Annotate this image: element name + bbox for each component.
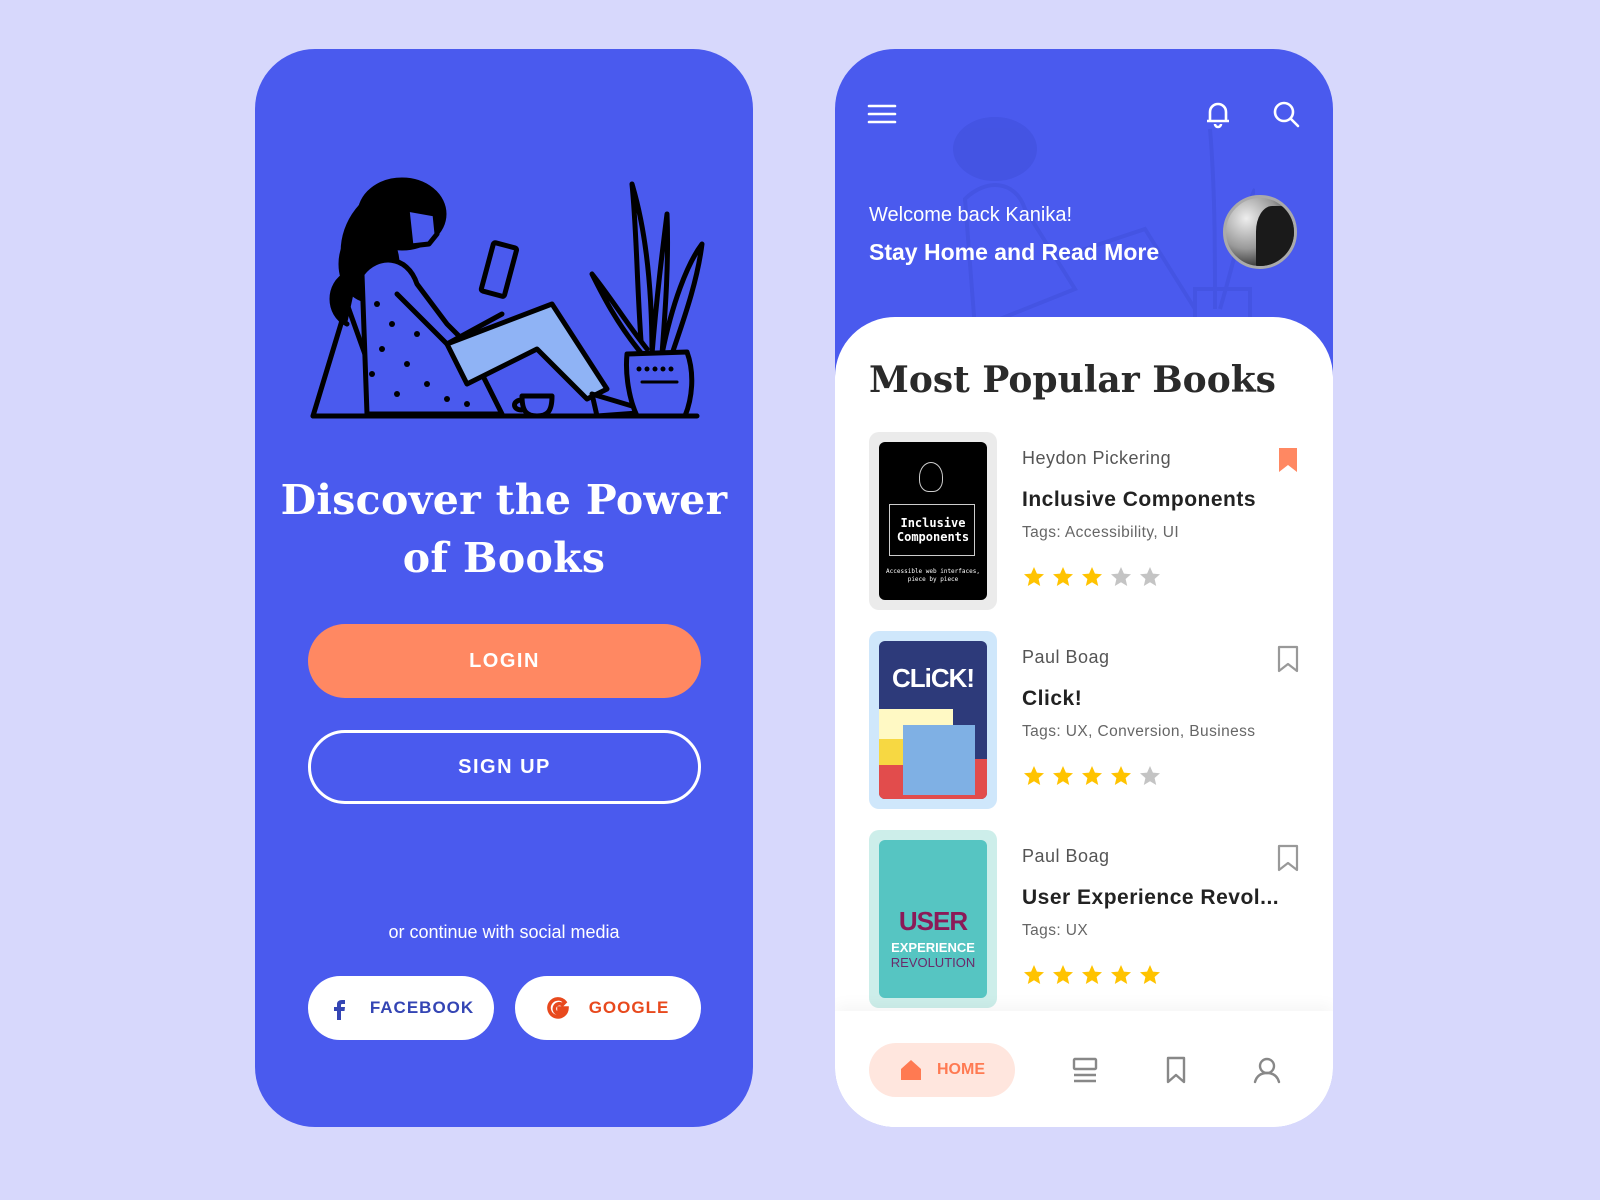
star-filled-icon: [1053, 567, 1073, 586]
bookmarks-icon[interactable]: [1161, 1055, 1191, 1085]
book-cover-frame: USER EXPERIENCE REVOLUTION: [869, 830, 997, 1008]
home-screen: Welcome back Kanika! Stay Home and Read …: [835, 49, 1333, 1127]
welcome-message: Welcome back Kanika!: [869, 204, 1073, 226]
book-tags: Tags: Accessibility, UI: [1022, 524, 1180, 541]
book-title[interactable]: Inclusive Components: [1022, 488, 1256, 512]
google-label: GOOGLE: [588, 998, 670, 1017]
cover-subtitle: EXPERIENCE: [891, 940, 975, 955]
user-avatar[interactable]: [1223, 195, 1297, 269]
star-filled-icon: [1111, 766, 1131, 785]
rating-stars: [1022, 565, 1162, 589]
rating-stars: [1022, 963, 1162, 987]
bookmark-outline-icon[interactable]: [1277, 645, 1299, 673]
headline-line-2: of Books: [402, 534, 606, 582]
star-filled-icon: [1140, 965, 1160, 984]
book-item[interactable]: USER EXPERIENCE REVOLUTION Paul Boag Use…: [869, 830, 1299, 1008]
google-icon: [546, 997, 569, 1019]
section-title: Most Popular Books: [869, 359, 1276, 401]
cover-title: USER: [898, 906, 968, 936]
bottom-navigation: HOME: [835, 1011, 1333, 1127]
facebook-button[interactable]: FACEBOOK: [308, 976, 494, 1040]
library-list-icon[interactable]: [1070, 1055, 1100, 1085]
star-filled-icon: [1082, 766, 1102, 785]
rating-stars: [1022, 764, 1162, 788]
star-filled-icon: [1082, 567, 1102, 586]
star-filled-icon: [1111, 965, 1131, 984]
book-tags: Tags: UX: [1022, 922, 1089, 939]
star-filled-icon: [1024, 965, 1044, 984]
star-empty-icon: [1140, 567, 1160, 586]
cover-title: CLiCK!: [891, 663, 975, 693]
content-sheet: Most Popular Books Inclusive Components …: [835, 317, 1333, 1127]
book-cover: CLiCK!: [879, 641, 987, 799]
book-cover-frame: Inclusive Components Accessible web inte…: [869, 432, 997, 610]
star-filled-icon: [1024, 766, 1044, 785]
login-screen: Discover the Power of Books LOGIN SIGN U…: [255, 49, 753, 1127]
star-filled-icon: [1053, 965, 1073, 984]
nav-home-button[interactable]: HOME: [869, 1043, 1015, 1097]
bookmark-filled-icon[interactable]: [1277, 446, 1299, 474]
google-button[interactable]: GOOGLE: [515, 976, 701, 1040]
reading-woman-illustration: [310, 177, 705, 419]
book-cover: Inclusive Components Accessible web inte…: [879, 442, 987, 600]
headline: Discover the Power of Books: [255, 471, 753, 587]
book-item[interactable]: Inclusive Components Accessible web inte…: [869, 432, 1299, 610]
cover-subtitle: Accessible web interfaces, piece by piec…: [886, 568, 980, 583]
star-filled-icon: [1053, 766, 1073, 785]
star-empty-icon: [1111, 567, 1131, 586]
top-bar: [867, 99, 1301, 129]
notifications-button[interactable]: [1203, 99, 1233, 129]
book-author: Heydon Pickering: [1022, 448, 1172, 468]
star-filled-icon: [1082, 965, 1102, 984]
star-empty-icon: [1140, 766, 1160, 785]
signup-button[interactable]: SIGN UP: [308, 730, 701, 804]
cover-subtitle: REVOLUTION: [890, 955, 976, 970]
search-icon: [1273, 101, 1300, 128]
cover-title: Inclusive Components: [896, 516, 970, 544]
book-tags: Tags: UX, Conversion, Business: [1022, 723, 1256, 740]
hamburger-menu-icon: [867, 104, 897, 124]
book-item[interactable]: CLiCK! Paul Boag Click! Tags: UX, Conver…: [869, 631, 1299, 809]
menu-button[interactable]: [867, 99, 897, 129]
search-button[interactable]: [1271, 99, 1301, 129]
star-filled-icon: [1024, 567, 1044, 586]
book-author: Paul Boag: [1022, 846, 1110, 866]
bell-icon: [1207, 102, 1229, 129]
book-author: Paul Boag: [1022, 647, 1110, 667]
nav-home-label: HOME: [937, 1061, 985, 1078]
book-title[interactable]: Click!: [1022, 687, 1082, 711]
book-cover-frame: CLiCK!: [869, 631, 997, 809]
book-cover: USER EXPERIENCE REVOLUTION: [879, 840, 987, 998]
bookmark-outline-icon[interactable]: [1277, 844, 1299, 872]
headline-line-1: Discover the Power: [280, 476, 728, 524]
facebook-label: FACEBOOK: [369, 998, 475, 1017]
home-icon: [901, 1060, 921, 1080]
book-title[interactable]: User Experience Revol...: [1022, 886, 1279, 910]
social-prompt: or continue with social media: [388, 922, 620, 942]
login-button[interactable]: LOGIN: [308, 624, 701, 698]
tagline: Stay Home and Read More: [869, 239, 1160, 265]
profile-icon[interactable]: [1252, 1055, 1282, 1085]
facebook-icon: [333, 1000, 345, 1020]
